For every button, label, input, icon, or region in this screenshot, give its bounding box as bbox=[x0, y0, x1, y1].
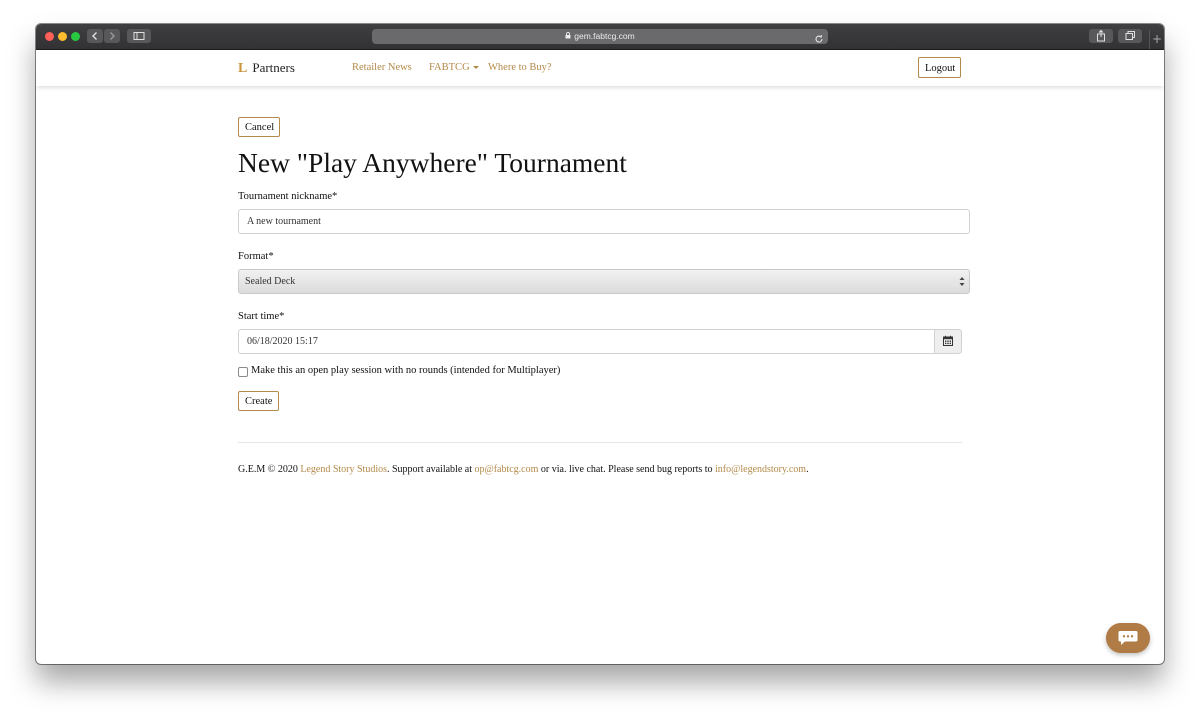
calendar-icon bbox=[943, 335, 953, 346]
select-arrows-icon bbox=[959, 277, 965, 286]
start-time-label: Start time* bbox=[238, 311, 285, 322]
nav-retailer-news[interactable]: Retailer News bbox=[352, 62, 412, 73]
forward-button[interactable] bbox=[104, 29, 120, 43]
calendar-button[interactable] bbox=[934, 329, 962, 354]
tabs-button[interactable] bbox=[1118, 29, 1142, 43]
create-button[interactable]: Create bbox=[238, 391, 279, 411]
reload-icon[interactable] bbox=[814, 31, 824, 49]
footer-bug-email-link[interactable]: info@legendstory.com bbox=[715, 464, 806, 475]
address-bar[interactable]: gem.fabtcg.com bbox=[372, 29, 828, 44]
format-label: Format* bbox=[238, 251, 274, 262]
nickname-input[interactable]: A new tournament bbox=[238, 209, 970, 234]
footer-studio-link[interactable]: Legend Story Studios bbox=[300, 464, 387, 475]
sidebar-button[interactable] bbox=[127, 29, 151, 43]
footer-support-email-link[interactable]: op@fabtcg.com bbox=[474, 464, 538, 475]
share-button[interactable] bbox=[1089, 29, 1113, 43]
open-play-checkbox[interactable] bbox=[238, 367, 248, 377]
open-play-label[interactable]: Make this an open play session with no r… bbox=[251, 365, 560, 376]
footer-copyright: G.E.M © 2020 bbox=[238, 464, 301, 475]
chevron-left-icon bbox=[92, 32, 97, 40]
sidebar-icon bbox=[133, 32, 145, 40]
live-chat-button[interactable] bbox=[1106, 623, 1150, 653]
tabs-icon bbox=[1125, 31, 1135, 40]
footer: G.E.M © 2020 Legend Story Studios. Suppo… bbox=[238, 464, 809, 475]
footer-support-text: . Support available at bbox=[387, 464, 475, 475]
logout-button[interactable]: Logout bbox=[918, 57, 961, 78]
nickname-label: Tournament nickname* bbox=[238, 191, 338, 202]
nav-fabtcg-dropdown[interactable]: FABTCG bbox=[429, 62, 479, 73]
share-icon bbox=[1097, 29, 1105, 42]
start-time-input[interactable]: 06/18/2020 15:17 bbox=[238, 329, 936, 354]
format-selected-value: Sealed Deck bbox=[245, 276, 296, 287]
lock-icon bbox=[565, 29, 571, 44]
footer-middle-text: or via. live chat. Please send bug repor… bbox=[538, 464, 716, 475]
format-select[interactable]: Sealed Deck bbox=[238, 269, 970, 294]
caret-down-icon bbox=[472, 66, 479, 70]
nav-where-to-buy[interactable]: Where to Buy? bbox=[488, 62, 552, 73]
chat-bubble-icon bbox=[1118, 631, 1138, 645]
browser-titlebar: gem.fabtcg.com + bbox=[36, 24, 1164, 50]
footer-divider bbox=[238, 442, 962, 443]
url-text: gem.fabtcg.com bbox=[574, 31, 635, 41]
brand-logo-icon: L bbox=[238, 61, 248, 76]
page-title: New "Play Anywhere" Tournament bbox=[238, 147, 627, 178]
close-window-button[interactable] bbox=[45, 32, 54, 41]
brand-label: Partners bbox=[252, 60, 295, 75]
chevron-right-icon bbox=[110, 32, 115, 40]
site-navbar: L Partners Retailer News FABTCG Where to … bbox=[36, 50, 1164, 86]
back-button[interactable] bbox=[87, 29, 103, 43]
nav-fabtcg-label: FABTCG bbox=[429, 62, 470, 73]
cancel-button[interactable]: Cancel bbox=[238, 117, 280, 137]
address-url: gem.fabtcg.com bbox=[372, 29, 828, 44]
brand[interactable]: L Partners bbox=[238, 60, 295, 77]
new-tab-button[interactable]: + bbox=[1149, 30, 1164, 49]
footer-suffix: . bbox=[806, 464, 809, 475]
browser-window: gem.fabtcg.com + L Partners Retailer News… bbox=[36, 24, 1164, 664]
minimize-window-button[interactable] bbox=[58, 32, 67, 41]
zoom-window-button[interactable] bbox=[71, 32, 80, 41]
